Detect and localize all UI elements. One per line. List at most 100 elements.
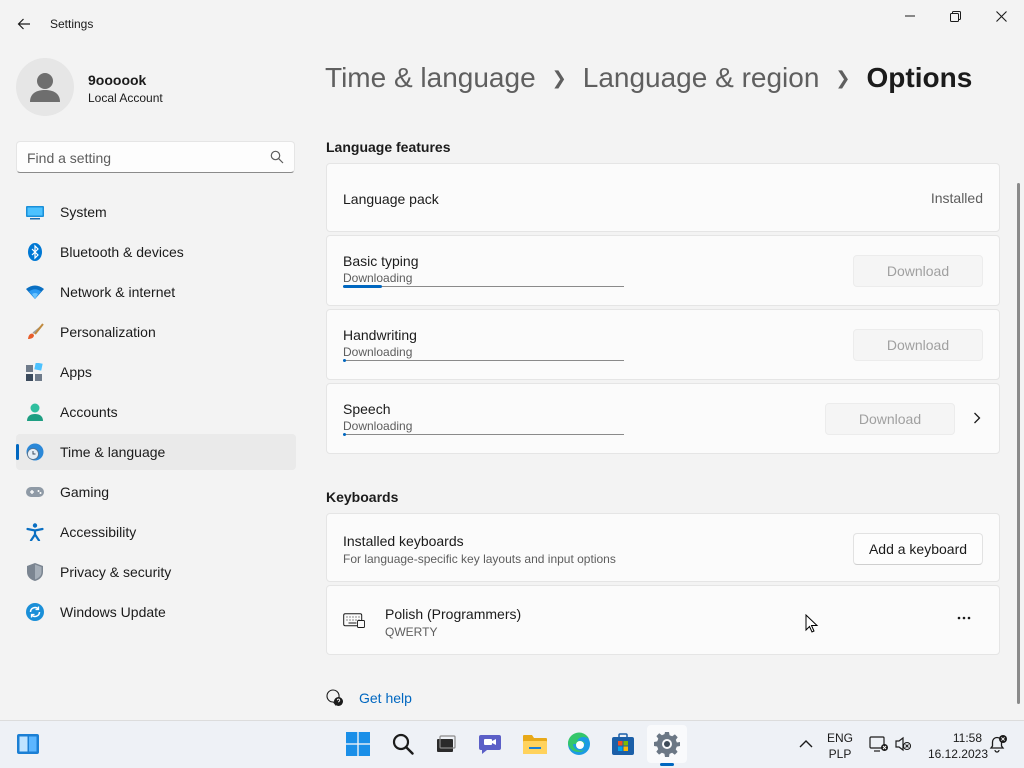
user-avatar-icon bbox=[30, 73, 60, 102]
handwriting-status: Downloading bbox=[343, 345, 413, 359]
windows-start-icon bbox=[346, 732, 370, 756]
file-explorer-button[interactable] bbox=[520, 729, 550, 759]
update-icon bbox=[26, 603, 44, 621]
sidebar-item-label: Gaming bbox=[60, 484, 110, 500]
volume-muted-icon bbox=[895, 736, 912, 752]
keyboard-icon bbox=[343, 613, 365, 628]
handwriting-download-button[interactable]: Download bbox=[853, 329, 983, 361]
basic-typing-download-button[interactable]: Download bbox=[853, 255, 983, 287]
task-view-button[interactable] bbox=[431, 729, 461, 759]
keyboards-heading: Keyboards bbox=[326, 489, 399, 505]
chevron-right-icon[interactable] bbox=[973, 412, 981, 424]
user-name: 9oooook bbox=[88, 72, 147, 88]
search-icon[interactable] bbox=[270, 150, 284, 164]
settings-window: Settings 9oooook Local Account System Bl… bbox=[0, 0, 1024, 720]
input-indicator[interactable]: ENG PLP bbox=[824, 730, 856, 762]
sidebar-item-label: Bluetooth & devices bbox=[60, 244, 184, 260]
show-hidden-icons-button[interactable] bbox=[791, 729, 821, 759]
sidebar-item-label: Accessibility bbox=[60, 524, 137, 540]
sidebar-item-accessibility[interactable]: Accessibility bbox=[16, 514, 296, 550]
sidebar-item-label: Network & internet bbox=[60, 284, 176, 300]
sidebar-item-gaming[interactable]: Gaming bbox=[16, 474, 296, 510]
handwriting-progress bbox=[343, 359, 624, 362]
system-icon bbox=[26, 206, 44, 220]
minimize-button[interactable] bbox=[887, 0, 933, 32]
get-help-link[interactable]: Get help bbox=[326, 688, 412, 708]
handwriting-card: Handwriting Downloading Download bbox=[326, 309, 1000, 380]
sidebar-item-label: System bbox=[60, 204, 107, 220]
minimize-icon bbox=[905, 15, 915, 17]
breadcrumb-language-region[interactable]: Language & region bbox=[583, 62, 820, 94]
polish-keyboard-name: Polish (Programmers) bbox=[385, 606, 522, 622]
add-keyboard-button[interactable]: Add a keyboard bbox=[853, 533, 983, 565]
chat-icon bbox=[479, 735, 501, 754]
installed-keyboards-card: Installed keyboards For language-specifi… bbox=[326, 513, 1000, 582]
language-pack-status: Installed bbox=[930, 190, 983, 206]
sidebar-item-bluetooth[interactable]: Bluetooth & devices bbox=[16, 234, 296, 270]
sidebar-item-time-language[interactable]: Time & language bbox=[16, 434, 296, 470]
clock[interactable]: 11:58 16.12.2023 bbox=[918, 730, 988, 762]
basic-typing-label: Basic typing bbox=[343, 253, 419, 269]
settings-taskbar-button[interactable] bbox=[647, 725, 687, 763]
notification-bell-icon bbox=[989, 735, 1007, 753]
back-button[interactable] bbox=[12, 12, 36, 36]
sidebar-item-windows-update[interactable]: Windows Update bbox=[16, 594, 296, 630]
layout-indicator: PLP bbox=[828, 747, 852, 761]
close-button[interactable] bbox=[978, 0, 1024, 32]
basic-typing-status: Downloading bbox=[343, 271, 413, 285]
help-icon bbox=[326, 689, 343, 707]
search-icon bbox=[392, 733, 414, 755]
sidebar-item-apps[interactable]: Apps bbox=[16, 354, 296, 390]
sidebar-item-accounts[interactable]: Accounts bbox=[16, 394, 296, 430]
clock-time: 11:58 bbox=[952, 731, 982, 745]
sidebar-item-privacy-security[interactable]: Privacy & security bbox=[16, 554, 296, 590]
sidebar-item-label: Privacy & security bbox=[60, 564, 172, 580]
breadcrumb: Time & language ❯ Language & region ❯ Op… bbox=[325, 58, 972, 98]
sidebar-item-personalization[interactable]: Personalization bbox=[16, 314, 296, 350]
speech-card[interactable]: Speech Downloading Download bbox=[326, 383, 1000, 454]
folder-icon bbox=[523, 735, 547, 754]
progress-fill bbox=[343, 359, 346, 362]
sidebar-item-label: Apps bbox=[60, 364, 92, 380]
restore-icon bbox=[949, 10, 961, 22]
widgets-button[interactable] bbox=[13, 729, 43, 759]
notifications-button[interactable] bbox=[983, 729, 1013, 759]
sidebar-item-system[interactable]: System bbox=[16, 194, 296, 230]
search-box[interactable] bbox=[16, 141, 295, 173]
taskbar: ENG PLP 11:58 16.12.2023 bbox=[0, 720, 1024, 768]
chevron-right-icon: ❯ bbox=[551, 67, 567, 88]
bluetooth-icon bbox=[28, 243, 42, 261]
basic-typing-progress bbox=[343, 285, 624, 288]
get-help-label: Get help bbox=[359, 690, 412, 706]
sidebar-item-network[interactable]: Network & internet bbox=[16, 274, 296, 310]
sidebar-item-label: Windows Update bbox=[60, 604, 166, 620]
search-input[interactable] bbox=[27, 148, 267, 168]
account-type: Local Account bbox=[88, 91, 163, 105]
basic-typing-card: Basic typing Downloading Download bbox=[326, 235, 1000, 306]
more-options-icon[interactable] bbox=[957, 616, 971, 620]
progress-fill bbox=[343, 285, 383, 288]
title-bar: Settings bbox=[0, 0, 1024, 48]
chevron-up-icon bbox=[799, 740, 813, 748]
active-app-indicator bbox=[660, 763, 674, 766]
language-pack-label: Language pack bbox=[343, 191, 439, 207]
sidebar-item-label: Time & language bbox=[60, 444, 166, 460]
gamepad-icon bbox=[26, 487, 44, 497]
speech-progress bbox=[343, 433, 624, 436]
start-button[interactable] bbox=[343, 729, 373, 759]
volume-tray-button[interactable] bbox=[888, 729, 918, 759]
sidebar-nav: System Bluetooth & devices Network & int… bbox=[16, 194, 296, 634]
speech-download-button[interactable]: Download bbox=[825, 403, 955, 435]
gear-icon bbox=[654, 732, 680, 757]
breadcrumb-time-language[interactable]: Time & language bbox=[325, 62, 536, 94]
search-taskbar-button[interactable] bbox=[388, 729, 418, 759]
teams-chat-button[interactable] bbox=[475, 729, 505, 759]
store-button[interactable] bbox=[608, 729, 638, 759]
mouse-cursor-icon bbox=[805, 614, 819, 633]
edge-button[interactable] bbox=[564, 729, 594, 759]
time-language-icon bbox=[26, 443, 44, 461]
maximize-button[interactable] bbox=[932, 0, 978, 32]
avatar[interactable] bbox=[16, 58, 74, 116]
widgets-icon bbox=[17, 734, 39, 754]
scrollbar[interactable] bbox=[1017, 183, 1020, 704]
